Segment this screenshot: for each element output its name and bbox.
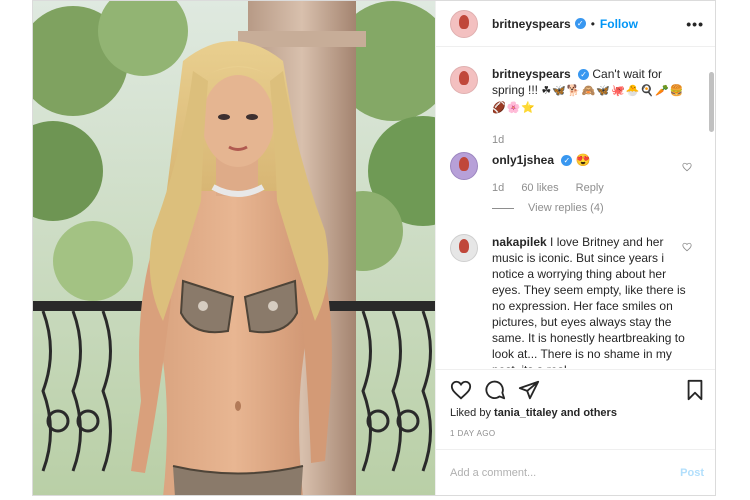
caption-meta: 1d <box>492 134 518 146</box>
caption-row: britneyspears ✓ Can't wait for spring !!… <box>450 66 692 116</box>
caption-text: britneyspears ✓ Can't wait for spring !!… <box>492 66 692 116</box>
author-avatar[interactable] <box>450 9 478 38</box>
commenter-username[interactable]: only1jshea <box>492 153 554 167</box>
comment-composer: Post <box>436 449 715 495</box>
post-photo[interactable] <box>33 1 435 495</box>
liked-by-others[interactable]: and others <box>561 407 617 419</box>
post-comment-button[interactable]: Post <box>680 467 704 479</box>
comment-row: only1jshea ✓ 😍 <box>450 152 692 180</box>
caption-avatar[interactable] <box>450 66 478 94</box>
like-heart-icon[interactable] <box>450 379 472 401</box>
author-username[interactable]: britneyspears <box>492 17 571 31</box>
comment-age: 1d <box>492 182 505 194</box>
liked-by-user[interactable]: tania_titaley <box>494 407 558 419</box>
action-bar <box>436 369 715 409</box>
like-comment-heart-icon[interactable] <box>682 162 692 172</box>
comment-body: I love Britney and her music is iconic. … <box>492 235 686 368</box>
view-replies-label: View replies (4) <box>528 202 604 214</box>
comment-text: nakapilek I love Britney and her music i… <box>492 234 692 368</box>
comment-text: only1jshea ✓ 😍 <box>492 152 692 180</box>
comments-list[interactable]: britneyspears ✓ Can't wait for spring !!… <box>436 48 715 368</box>
comment-likes[interactable]: 60 likes <box>521 182 558 194</box>
liked-by-text: Liked by tania_titaley and others <box>450 407 617 419</box>
comment-meta: 1d 60 likes Reply <box>492 182 618 194</box>
page-margin-right <box>716 0 750 500</box>
like-comment-heart-icon[interactable] <box>682 242 692 252</box>
caption-age: 1d <box>492 134 505 146</box>
commenter-avatar[interactable] <box>450 152 478 180</box>
share-icon[interactable] <box>518 379 540 401</box>
commenter-username[interactable]: nakapilek <box>492 235 547 249</box>
page-margin-left <box>0 0 32 500</box>
comment-icon[interactable] <box>484 379 506 401</box>
post-side-panel: britneyspears ✓ • Follow ••• britneyspea… <box>435 1 715 495</box>
verified-badge-icon: ✓ <box>574 18 586 29</box>
save-bookmark-icon[interactable] <box>684 379 706 401</box>
liked-by-prefix: Liked by <box>450 407 491 419</box>
header-separator: • <box>590 16 595 31</box>
comment-body: 😍 <box>575 153 591 167</box>
post-photo-image <box>33 1 435 495</box>
post-timestamp[interactable]: 1 DAY AGO <box>450 429 496 438</box>
reply-button[interactable]: Reply <box>576 182 604 194</box>
view-replies-dash <box>492 207 514 209</box>
caption-username[interactable]: britneyspears <box>492 67 571 81</box>
verified-badge-icon: ✓ <box>561 155 573 167</box>
verified-badge-icon: ✓ <box>578 69 590 81</box>
commenter-avatar[interactable] <box>450 234 478 262</box>
comment-input[interactable] <box>450 462 650 484</box>
post-header: britneyspears ✓ • Follow ••• <box>436 1 715 47</box>
page: britneyspears ✓ • Follow ••• britneyspea… <box>0 0 750 500</box>
comment-row: nakapilek I love Britney and her music i… <box>450 234 692 368</box>
follow-button[interactable]: Follow <box>600 17 638 31</box>
more-options-icon[interactable]: ••• <box>686 16 704 32</box>
view-replies-button[interactable]: View replies (4) <box>492 202 604 214</box>
comments-scrollbar[interactable] <box>709 72 714 132</box>
instagram-post: britneyspears ✓ • Follow ••• britneyspea… <box>32 0 716 496</box>
